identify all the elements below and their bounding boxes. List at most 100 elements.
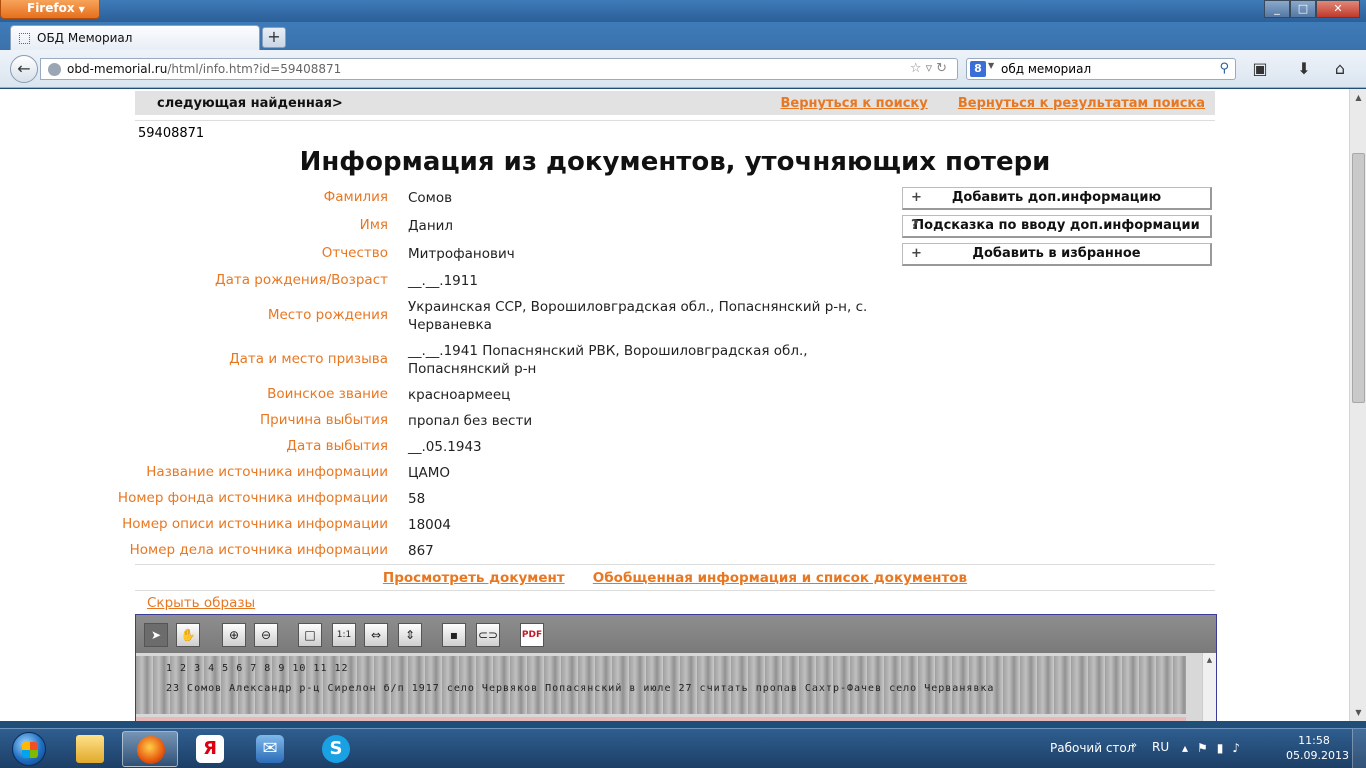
actual-size-icon[interactable]: 1:1	[332, 623, 356, 647]
zoom-in-icon[interactable]: ⊕	[222, 623, 246, 647]
window-titlebar: Firefox ▼ _ □ ✕	[0, 0, 1366, 22]
page-viewport: следующая найденная> Вернуться к поиску …	[0, 89, 1366, 721]
windows-orb-icon	[12, 732, 46, 766]
hide-images-link[interactable]: Скрыть образы	[147, 595, 255, 611]
input-hint-button[interactable]: ? Подсказка по вводу доп.информации	[902, 215, 1212, 238]
search-query: обд мемориал	[1001, 62, 1092, 76]
field-label-rank: Воинское звание	[267, 386, 388, 402]
input-hint-label: Подсказка по вводу доп.информации	[913, 218, 1200, 233]
taskbar-skype[interactable]: S	[308, 731, 364, 767]
page-favicon-icon	[19, 33, 30, 44]
close-icon[interactable]: ✕	[1316, 0, 1360, 18]
fit-page-icon[interactable]: □	[298, 623, 322, 647]
back-to-results-link[interactable]: Вернуться к результатам поиска	[958, 96, 1205, 111]
new-tab-button[interactable]: +	[262, 27, 286, 48]
navigation-toolbar: ← obd-memorial.ru/html/info.htm?id=59408…	[0, 50, 1366, 88]
desktop-toolbar-label[interactable]: Рабочий стол	[1050, 741, 1134, 755]
toolbar-expand-icon[interactable]: »	[1131, 740, 1137, 751]
divider	[135, 120, 1215, 121]
field-value-rank: красноармеец	[408, 387, 511, 403]
folder-icon	[76, 735, 104, 763]
tab-obd-memorial[interactable]: ОБД Мемориал	[10, 25, 260, 50]
minimize-icon[interactable]: _	[1264, 0, 1290, 18]
start-button[interactable]	[4, 730, 54, 768]
fit-width-icon[interactable]: ⇔	[364, 623, 388, 647]
add-info-button[interactable]: + Добавить доп.информацию	[902, 187, 1212, 210]
plus-icon: +	[911, 190, 922, 205]
field-label-opis: Номер описи источника информации	[122, 516, 388, 532]
taskbar-explorer[interactable]	[62, 731, 118, 767]
fit-height-icon[interactable]: ⇕	[398, 623, 422, 647]
firefox-menu-button[interactable]: Firefox ▼	[0, 0, 100, 19]
field-value-birth-place: Украинская ССР, Ворошиловградская обл., …	[408, 299, 868, 333]
zoom-out-icon[interactable]: ⊖	[254, 623, 278, 647]
taskbar-mail[interactable]: ✉	[242, 731, 298, 767]
record-id: 59408871	[138, 126, 205, 141]
navigation-strip: следующая найденная> Вернуться к поиску …	[135, 91, 1215, 115]
document-links: Просмотреть документ Обобщенная информац…	[0, 570, 1350, 586]
back-arrow-icon[interactable]: ←	[10, 55, 38, 83]
field-value-source: ЦАМО	[408, 465, 450, 481]
field-value-opis: 18004	[408, 517, 451, 533]
divider	[135, 564, 1215, 565]
tray-expand-icon[interactable]: ▴	[1182, 741, 1197, 755]
taskbar-firefox[interactable]	[122, 731, 178, 767]
next-found-link[interactable]: следующая найденная>	[157, 96, 343, 111]
divider	[135, 590, 1215, 591]
maximize-icon[interactable]: □	[1290, 0, 1316, 18]
downloads-icon[interactable]: ⬇	[1292, 59, 1316, 79]
window-controls: _ □ ✕	[1264, 0, 1360, 18]
url-host: obd-memorial.ru	[67, 62, 168, 76]
network-icon[interactable]: ▮	[1217, 741, 1233, 755]
field-value-reason: пропал без вести	[408, 413, 533, 429]
viewer-toolbar: ➤ ✋ ⊕ ⊖ □ 1:1 ⇔ ⇕ ▪ ⊂⊃ PDF	[136, 615, 1216, 653]
clock-date: 05.09.2013	[1286, 749, 1349, 762]
scrollbar-thumb[interactable]	[1352, 153, 1365, 403]
chevron-down-icon: ▼	[78, 5, 85, 14]
field-label-draft: Дата и место призыва	[229, 351, 388, 367]
scan-highlight-line	[136, 717, 1186, 721]
summary-info-link[interactable]: Обобщенная информация и список документо…	[593, 570, 967, 586]
pointer-icon[interactable]: ➤	[144, 623, 168, 647]
mail-icon: ✉	[256, 735, 284, 763]
address-bar[interactable]: obd-memorial.ru/html/info.htm?id=5940887…	[40, 58, 958, 80]
top-links: Вернуться к поиску Вернуться к результат…	[755, 96, 1206, 111]
add-favorite-button[interactable]: + Добавить в избранное	[902, 243, 1212, 266]
question-icon: ?	[911, 218, 919, 233]
field-label-surname: Фамилия	[323, 189, 388, 205]
field-label-birth-place: Место рождения	[267, 307, 388, 323]
firefox-menu-label: Firefox	[27, 1, 75, 15]
add-favorite-label: Добавить в избранное	[972, 246, 1141, 261]
language-indicator[interactable]: RU	[1152, 740, 1169, 754]
link-icon[interactable]: ⊂⊃	[476, 623, 500, 647]
bookmark-star-icon[interactable]: ☆	[910, 61, 926, 76]
pdf-icon[interactable]: PDF	[520, 623, 544, 647]
viewer-scrollbar[interactable]: ▲	[1202, 653, 1216, 721]
bookmarks-menu-icon[interactable]: ▣	[1248, 59, 1272, 79]
home-icon[interactable]: ⌂	[1328, 59, 1352, 79]
pan-hand-icon[interactable]: ✋	[176, 623, 200, 647]
scroll-down-icon[interactable]: ▼	[1350, 704, 1366, 721]
search-icon[interactable]: ⚲	[1219, 61, 1229, 76]
back-to-search-link[interactable]: Вернуться к поиску	[781, 96, 928, 111]
volume-icon[interactable]: ♪	[1232, 741, 1249, 755]
page-scrollbar[interactable]: ▲ ▼	[1349, 89, 1366, 721]
scroll-up-icon[interactable]: ▲	[1350, 89, 1366, 106]
search-engine-dropdown-icon[interactable]: ▼	[988, 61, 994, 70]
search-bar[interactable]: 8 ▼ обд мемориал ⚲	[966, 58, 1236, 80]
document-viewer: ➤ ✋ ⊕ ⊖ □ 1:1 ⇔ ⇕ ▪ ⊂⊃ PDF 1 2 3 4 5 6 7…	[135, 614, 1217, 721]
field-value-draft: __.__.1941 Попаснянский РВК, Ворошиловгр…	[408, 343, 808, 377]
field-label-reason: Причина выбытия	[260, 412, 388, 428]
taskbar-yandex[interactable]: Я	[182, 731, 238, 767]
history-dropdown-icon[interactable]: ▿	[926, 61, 937, 76]
system-clock[interactable]: 11:58 05.09.2013	[1286, 733, 1349, 763]
scanned-document-image[interactable]: 1 2 3 4 5 6 7 8 9 10 11 12 23 Сомов Алек…	[136, 653, 1202, 721]
search-engine-icon[interactable]: 8	[970, 61, 986, 77]
view-document-link[interactable]: Просмотреть документ	[383, 570, 565, 586]
show-desktop-button[interactable]	[1352, 729, 1366, 768]
save-icon[interactable]: ▪	[442, 623, 466, 647]
reload-icon[interactable]: ↻	[936, 61, 951, 76]
action-center-flag-icon[interactable]: ⚑	[1197, 741, 1217, 755]
field-value-delo: 867	[408, 543, 434, 559]
field-label-birth-date: Дата рождения/Возраст	[215, 272, 388, 288]
